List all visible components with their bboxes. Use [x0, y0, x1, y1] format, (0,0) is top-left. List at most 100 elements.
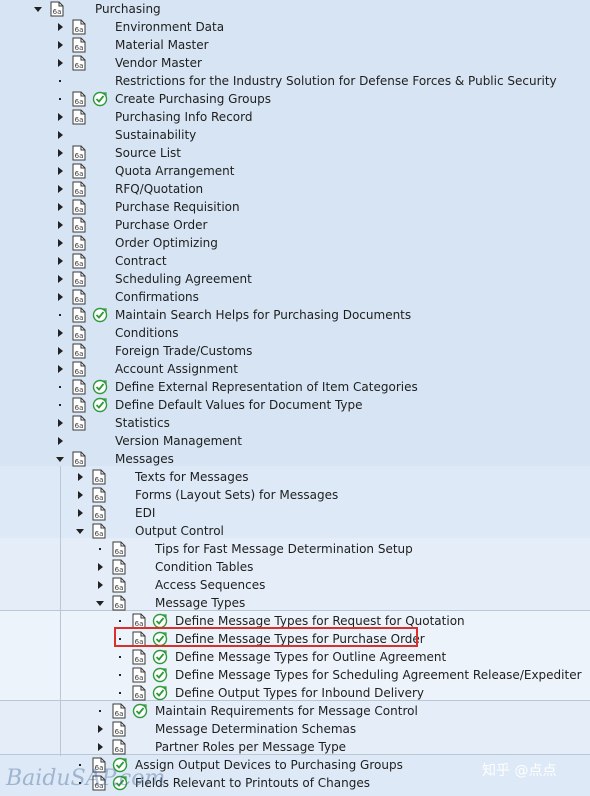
tree-node-label[interactable]: Restrictions for the Industry Solution f… — [115, 74, 557, 88]
tree-node-label[interactable]: Maintain Requirements for Message Contro… — [155, 704, 418, 718]
tree-node-label[interactable]: Source List — [115, 146, 181, 160]
tree-node[interactable]: 6a Message Types — [0, 594, 590, 612]
expand-arrow-icon[interactable] — [96, 562, 104, 572]
expand-arrow-icon[interactable] — [56, 328, 64, 338]
tree-node[interactable]: 6a Condition Tables — [0, 558, 590, 576]
documentation-icon[interactable]: 6a — [112, 541, 126, 557]
documentation-icon[interactable]: 6a — [72, 307, 86, 323]
expand-arrow-icon[interactable] — [56, 112, 64, 122]
tree-node[interactable]: 6a Define Message Types for Scheduling Ag… — [0, 666, 590, 684]
tree-node-label[interactable]: Sustainability — [115, 128, 196, 142]
documentation-icon[interactable]: 6a — [72, 343, 86, 359]
documentation-icon[interactable]: 6a — [112, 577, 126, 593]
documentation-icon[interactable]: 6a — [92, 523, 106, 539]
documentation-icon[interactable]: 6a — [72, 19, 86, 35]
tree-node-label[interactable]: Define Output Types for Inbound Delivery — [175, 686, 424, 700]
documentation-icon[interactable]: 6a — [72, 415, 86, 431]
documentation-icon[interactable]: 6a — [72, 37, 86, 53]
tree-node[interactable]: 6a Vendor Master — [0, 54, 590, 72]
expand-arrow-icon[interactable] — [76, 472, 84, 482]
documentation-icon[interactable]: 6a — [72, 199, 86, 215]
tree-node-label[interactable]: Access Sequences — [155, 578, 265, 592]
tree-node[interactable]: 6a Messages — [0, 450, 590, 468]
documentation-icon[interactable]: 6a — [72, 379, 86, 395]
tree-node[interactable]: 6a Partner Roles per Message Type — [0, 738, 590, 756]
execute-icon[interactable] — [152, 685, 168, 701]
tree-node[interactable]: 6a EDI — [0, 504, 590, 522]
expand-arrow-icon[interactable] — [56, 166, 64, 176]
expand-arrow-icon[interactable] — [96, 580, 104, 590]
tree-node[interactable]: Version Management — [0, 432, 590, 450]
tree-node[interactable]: 6a Environment Data — [0, 18, 590, 36]
tree-node-label[interactable]: Quota Arrangement — [115, 164, 234, 178]
tree-node[interactable]: Sustainability — [0, 126, 590, 144]
tree-node[interactable]: 6a Define Default Values for Document Typ… — [0, 396, 590, 414]
tree-node[interactable]: 6a Output Control — [0, 522, 590, 540]
documentation-icon[interactable]: 6a — [72, 55, 86, 71]
tree-node-label[interactable]: Fields Relevant to Printouts of Changes — [135, 776, 370, 790]
tree-node-label[interactable]: Order Optimizing — [115, 236, 218, 250]
execute-icon[interactable] — [152, 667, 168, 683]
documentation-icon[interactable]: 6a — [72, 325, 86, 341]
tree-node[interactable]: 6a Purchase Order — [0, 216, 590, 234]
execute-icon[interactable] — [152, 649, 168, 665]
expand-arrow-icon[interactable] — [56, 364, 64, 374]
execute-icon[interactable] — [92, 379, 108, 395]
expand-arrow-icon[interactable] — [76, 508, 84, 518]
expand-arrow-icon[interactable] — [76, 490, 84, 500]
tree-node-label[interactable]: Partner Roles per Message Type — [155, 740, 346, 754]
execute-icon[interactable] — [132, 703, 148, 719]
expand-arrow-icon[interactable] — [56, 184, 64, 194]
tree-node[interactable]: 6a RFQ/Quotation — [0, 180, 590, 198]
tree-node[interactable]: 6a Scheduling Agreement — [0, 270, 590, 288]
tree-node[interactable]: 6a Define Message Types for Outline Agree… — [0, 648, 590, 666]
documentation-icon[interactable]: 6a — [72, 451, 86, 467]
tree-node-label[interactable]: Scheduling Agreement — [115, 272, 252, 286]
documentation-icon[interactable]: 6a — [72, 397, 86, 413]
expand-arrow-icon[interactable] — [56, 436, 64, 446]
tree-node-label[interactable]: Message Determination Schemas — [155, 722, 356, 736]
expand-arrow-icon[interactable] — [56, 40, 64, 50]
documentation-icon[interactable]: 6a — [72, 217, 86, 233]
expand-arrow-icon[interactable] — [56, 58, 64, 68]
tree-node-label[interactable]: Purchase Order — [115, 218, 207, 232]
tree-node[interactable]: 6a Access Sequences — [0, 576, 590, 594]
tree-node-label[interactable]: Forms (Layout Sets) for Messages — [135, 488, 338, 502]
execute-icon[interactable] — [92, 91, 108, 107]
tree-node[interactable]: 6a Forms (Layout Sets) for Messages — [0, 486, 590, 504]
documentation-icon[interactable]: 6a — [132, 649, 146, 665]
tree-node-label[interactable]: RFQ/Quotation — [115, 182, 203, 196]
documentation-icon[interactable]: 6a — [112, 739, 126, 755]
tree-node-label[interactable]: Define Message Types for Outline Agreeme… — [175, 650, 446, 664]
documentation-icon[interactable]: 6a — [92, 505, 106, 521]
tree-node[interactable]: 6a Tips for Fast Message Determination Se… — [0, 540, 590, 558]
tree-node-label[interactable]: Account Assignment — [115, 362, 238, 376]
tree-node[interactable]: 6a Message Determination Schemas — [0, 720, 590, 738]
tree-node-label[interactable]: Define External Representation of Item C… — [115, 380, 418, 394]
tree-node-label[interactable]: Vendor Master — [115, 56, 202, 70]
documentation-icon[interactable]: 6a — [72, 91, 86, 107]
tree-node[interactable]: 6a Confirmations — [0, 288, 590, 306]
tree-node-label[interactable]: Purchasing — [95, 2, 161, 16]
documentation-icon[interactable]: 6a — [50, 1, 64, 17]
tree-node-label[interactable]: Assign Output Devices to Purchasing Grou… — [135, 758, 403, 772]
expand-arrow-icon[interactable] — [56, 346, 64, 356]
tree-node-label[interactable]: Foreign Trade/Customs — [115, 344, 252, 358]
tree-node-label[interactable]: Maintain Search Helps for Purchasing Doc… — [115, 308, 411, 322]
tree-node[interactable]: 6a Maintain Search Helps for Purchasing D… — [0, 306, 590, 324]
tree-node-label[interactable]: Confirmations — [115, 290, 199, 304]
tree-node-label[interactable]: Material Master — [115, 38, 209, 52]
collapse-arrow-icon[interactable] — [56, 454, 64, 464]
documentation-icon[interactable]: 6a — [72, 109, 86, 125]
execute-icon[interactable] — [92, 397, 108, 413]
documentation-icon[interactable]: 6a — [92, 469, 106, 485]
documentation-icon[interactable]: 6a — [72, 361, 86, 377]
expand-arrow-icon[interactable] — [56, 418, 64, 428]
tree-node-label[interactable]: Version Management — [115, 434, 242, 448]
expand-arrow-icon[interactable] — [56, 220, 64, 230]
documentation-icon[interactable]: 6a — [112, 721, 126, 737]
tree-node-label[interactable]: Purchase Requisition — [115, 200, 240, 214]
tree-node-label[interactable]: Contract — [115, 254, 167, 268]
expand-arrow-icon[interactable] — [56, 148, 64, 158]
tree-node[interactable]: 6a Material Master — [0, 36, 590, 54]
